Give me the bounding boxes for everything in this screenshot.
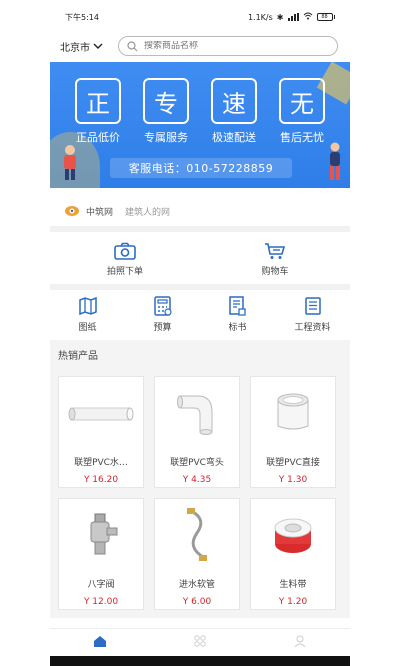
pipe-image — [68, 407, 134, 421]
quick-action-label: 购物车 — [261, 266, 289, 277]
brand-tagline: 建筑人的网 — [125, 207, 171, 218]
coupling-image — [277, 393, 309, 430]
status-time: 下午5:14 — [65, 12, 99, 22]
map-icon — [78, 296, 97, 315]
quick-action-photo-order[interactable]: 拍照下单 — [50, 234, 200, 284]
city-selector[interactable]: 北京市 — [60, 39, 118, 54]
battery-icon: 88 — [316, 13, 335, 21]
tile-char: 速 — [211, 78, 257, 124]
product-name: 八字阀 — [87, 580, 115, 590]
product-price: Y 12.00 — [83, 597, 119, 607]
product-price: Y 1.20 — [278, 597, 308, 607]
tool-drawings[interactable]: 图纸 — [50, 290, 125, 338]
product-name: 联塑PVC水… — [74, 458, 128, 468]
promo-banner[interactable]: 正 正品低价 专 专属服务 速 极速配送 无 售后无忧 客服电话：010-572… — [50, 62, 350, 188]
bottom-tab-bar — [50, 628, 350, 658]
valve-image — [90, 513, 118, 555]
tape-image — [274, 518, 312, 553]
product-card[interactable]: 进水软管 Y 6.00 — [154, 498, 240, 610]
search-icon — [127, 40, 138, 51]
service-hotline: 客服电话：010-57228859 — [110, 158, 292, 178]
slogan-bar: 中筑网 建筑人的网 — [50, 196, 350, 226]
tool-label: 图纸 — [78, 322, 97, 333]
brand-name: 中筑网 — [86, 207, 114, 218]
tool-bidding[interactable]: 标书 — [200, 290, 275, 338]
banner-tile: 正 正品低价 — [74, 78, 122, 145]
list-icon — [304, 296, 321, 315]
camera-icon — [114, 242, 136, 260]
product-grid: 联塑PVC水… Y 16.20 联塑PVC弯头 Y 4.35 联塑PVC直接 Y… — [50, 368, 350, 618]
person-illustration — [64, 145, 76, 180]
search-input[interactable] — [144, 41, 304, 51]
status-bar: 下午5:14 1.1K/s ✱ 88 — [50, 0, 350, 34]
banner-tiles: 正 正品低价 专 专属服务 速 极速配送 无 售后无忧 — [74, 78, 326, 145]
product-image — [155, 377, 239, 449]
city-label: 北京市 — [60, 42, 90, 54]
tile-caption: 专属服务 — [144, 131, 188, 144]
status-icons: 1.1K/s ✱ 88 — [248, 12, 335, 22]
tile-char: 专 — [143, 78, 189, 124]
tab-home[interactable] — [50, 629, 150, 658]
product-card[interactable]: 生料带 Y 1.20 — [250, 498, 336, 610]
product-image — [155, 499, 239, 571]
tile-caption: 售后无忧 — [280, 131, 324, 144]
tool-engineering-docs[interactable]: 工程资料 — [275, 290, 350, 338]
product-name: 生料带 — [279, 580, 307, 590]
product-name: 联塑PVC直接 — [266, 458, 320, 468]
network-speed: 1.1K/s — [247, 12, 273, 22]
hose-image — [187, 508, 207, 561]
tile-char: 正 — [75, 78, 121, 124]
section-title: 热销产品 — [50, 340, 350, 368]
product-image — [251, 377, 335, 449]
cart-icon — [265, 242, 286, 259]
document-icon — [228, 295, 246, 316]
product-price: Y 6.00 — [182, 597, 212, 607]
product-card[interactable]: 联塑PVC直接 Y 1.30 — [250, 376, 336, 488]
logo-icon — [65, 206, 79, 216]
search-box[interactable] — [118, 36, 338, 56]
product-name: 联塑PVC弯头 — [170, 458, 224, 468]
product-image — [59, 377, 143, 449]
product-name: 进水软管 — [178, 580, 215, 590]
system-nav-bar — [50, 656, 350, 666]
banner-tile: 专 专属服务 — [142, 78, 190, 145]
search-row: 北京市 — [50, 34, 350, 58]
quick-action-cart[interactable]: 购物车 — [200, 234, 350, 284]
banner-tile: 无 售后无忧 — [278, 78, 326, 145]
app-screen: 下午5:14 1.1K/s ✱ 88 北京市 正 — [50, 0, 350, 666]
quick-actions: 拍照下单 购物车 — [50, 234, 350, 284]
tile-caption: 极速配送 — [212, 131, 256, 144]
product-price: Y 16.20 — [83, 475, 119, 485]
elbow-image — [177, 395, 213, 435]
person-illustration — [330, 142, 340, 180]
home-icon — [94, 636, 106, 647]
category-icon — [194, 635, 206, 647]
tool-label: 预算 — [153, 322, 172, 333]
chevron-down-icon — [93, 43, 103, 49]
product-card[interactable]: 联塑PVC弯头 Y 4.35 — [154, 376, 240, 488]
product-price: Y 1.30 — [278, 475, 308, 485]
tool-label: 标书 — [228, 322, 247, 333]
tool-label: 工程资料 — [294, 322, 331, 333]
tile-char: 无 — [279, 78, 325, 124]
bluetooth-icon: ✱ — [276, 12, 284, 22]
tab-user[interactable] — [250, 629, 350, 658]
divider — [50, 226, 350, 232]
quick-action-label: 拍照下单 — [106, 266, 143, 277]
banner-tile: 速 极速配送 — [210, 78, 258, 145]
user-icon — [294, 635, 306, 647]
signal-icon — [287, 13, 299, 21]
product-image — [59, 499, 143, 571]
product-card[interactable]: 八字阀 Y 12.00 — [58, 498, 144, 610]
battery-level: 88 — [316, 13, 333, 21]
tool-budget[interactable]: 预算 — [125, 290, 200, 338]
product-image — [251, 499, 335, 571]
tab-category[interactable] — [150, 629, 250, 658]
wifi-icon — [303, 12, 313, 22]
calculator-icon — [153, 295, 172, 316]
product-card[interactable]: 联塑PVC水… Y 16.20 — [58, 376, 144, 488]
product-price: Y 4.35 — [182, 475, 212, 485]
tools-row: 图纸 预算 标书 工程资料 — [50, 290, 350, 338]
